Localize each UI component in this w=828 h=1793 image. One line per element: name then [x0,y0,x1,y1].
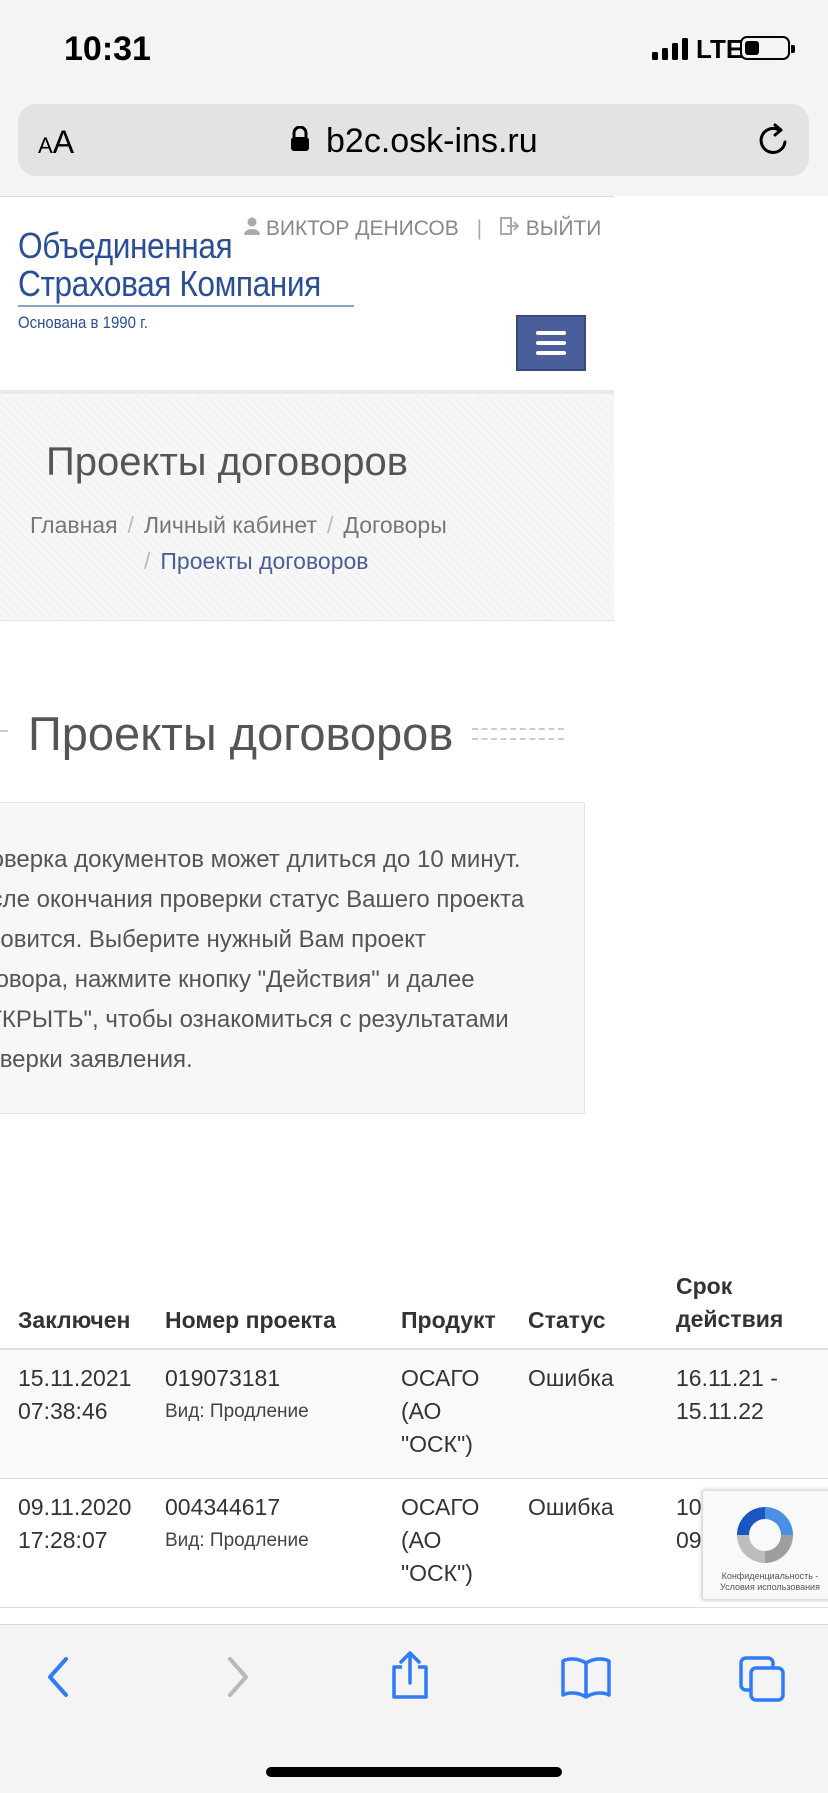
logo-tagline: Основана в 1990 г. [18,313,148,332]
table-header: Заключен Номер проекта Продукт Статус Ср… [0,1260,828,1350]
col-product: Продукт [401,1307,496,1333]
page-title-band: Проекты договоров Главная / Личный кабинет… [0,394,614,621]
breadcrumb-account[interactable]: Личный кабинет [144,512,317,538]
heading-decoration-left [0,730,8,732]
hamburger-menu-button[interactable] [516,315,586,371]
info-line: После окончания проверки статус Вашего п… [0,886,525,913]
back-icon[interactable] [42,1655,76,1699]
divider: | [476,217,483,240]
col-validity: Срок действия [676,1273,784,1332]
text-size-button[interactable]: AA [38,124,74,161]
hamburger-icon [536,331,566,335]
cell-validity: 10 09 [676,1494,702,1553]
breadcrumb-home[interactable]: Главная [30,512,118,538]
browser-bottom-toolbar [0,1624,828,1793]
cell-product: ОСАГО (АО "ОСК") [401,1365,480,1457]
table-row[interactable]: 15.11.2021 07:38:46 019073181 Вид: Продл… [0,1350,828,1479]
cell-project-number: 019073181 Вид: Продление [165,1365,309,1422]
cell-concluded: 15.11.2021 07:38:46 [18,1365,132,1424]
browser-top-bar: AA b2c.osk-ins.ru [0,100,828,196]
lock-icon [291,126,309,151]
logout-link[interactable]: ВЫЙТИ [526,217,602,240]
cell-validity: 16.11.21 - 15.11.22 [676,1365,778,1424]
page-title: Проекты договоров [46,440,408,484]
cell-product: ОСАГО (АО "ОСК") [401,1494,480,1586]
info-line: обновится. Выберите нужный Вам проект [0,926,426,953]
cell-status: Ошибка [528,1365,614,1391]
recaptcha-text[interactable]: Конфиденциальность - Условия использован… [707,1571,828,1593]
logo-line-1: Объединенная [18,225,233,266]
network-type: LTE [696,34,744,64]
info-text: Проверка документов может длиться до 10 … [0,840,590,1080]
share-icon[interactable] [388,1651,432,1701]
info-line: договора, нажмите кнопку "Действия" и да… [0,966,475,993]
info-line: проверки заявления. [0,1046,193,1073]
heading-decoration-right [472,728,564,740]
breadcrumb-current: Проекты договоров [160,548,369,574]
status-time: 10:31 [64,30,151,68]
site-header: ВИКТОР ДЕНИСОВ | ВЫЙТИ Объединенная Стра… [0,196,614,393]
recaptcha-icon [737,1507,793,1563]
info-line: "ОТКРЫТЬ", чтобы ознакомиться с результа… [0,1006,509,1033]
recaptcha-badge[interactable]: Конфиденциальность - Условия использован… [702,1490,828,1600]
info-line: Проверка документов может длиться до 10 … [0,846,521,873]
col-status: Статус [528,1307,606,1333]
section-heading: Проекты договоров [28,707,454,760]
home-indicator [266,1767,562,1777]
col-project-number: Номер проекта [165,1307,336,1333]
address-bar[interactable]: AA b2c.osk-ins.ru [18,104,809,176]
company-logo[interactable]: Объединенная Страховая Компания Основана… [18,227,362,333]
battery-icon [740,36,795,60]
cell-concluded: 09.11.2020 17:28:07 [18,1494,132,1553]
bookmarks-icon[interactable] [560,1655,612,1699]
breadcrumb-line-2: / Проекты договоров [144,548,369,574]
url-text[interactable]: b2c.osk-ins.ru [326,122,538,161]
logo-line-2: Страховая Компания [18,263,321,304]
cell-project-number: 004344617 Вид: Продление [165,1494,309,1551]
status-bar: 10:31 LTE [0,0,828,100]
col-concluded: Заключен [18,1307,131,1333]
forward-icon[interactable] [220,1655,254,1699]
breadcrumb: Главная / Личный кабинет / Договоры [30,512,447,538]
cell-status: Ошибка [528,1494,614,1520]
tabs-icon[interactable] [738,1655,786,1703]
reload-icon[interactable] [756,122,792,158]
logout-icon [499,217,526,240]
logo-rule [18,305,354,307]
cellular-signal-icon [652,38,688,60]
breadcrumb-contracts[interactable]: Договоры [343,512,446,538]
